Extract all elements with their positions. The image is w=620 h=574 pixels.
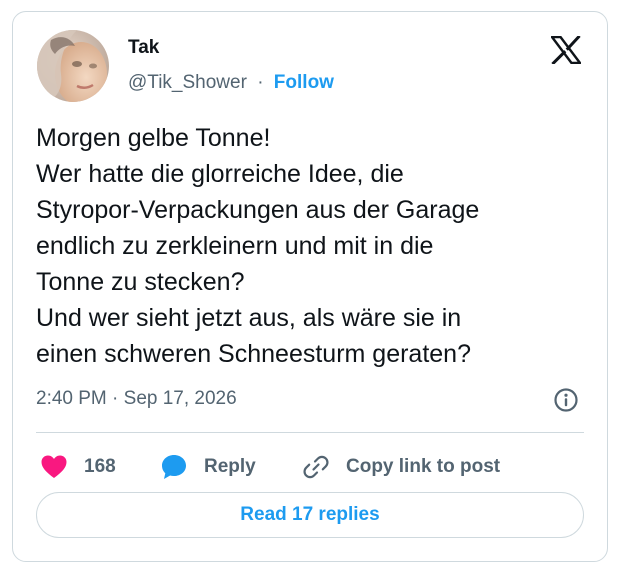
read-replies-button[interactable]: Read 17 replies xyxy=(36,492,584,538)
speech-bubble-icon xyxy=(162,455,186,479)
post-text-line: Morgen gelbe Tonne! xyxy=(36,124,271,152)
like-count: 168 xyxy=(84,456,116,477)
info-icon[interactable] xyxy=(553,387,579,413)
author-meta-row: @Tik_Shower · Follow xyxy=(128,72,334,94)
profile-photo-icon xyxy=(37,30,109,102)
follow-link[interactable]: Follow xyxy=(274,72,334,93)
divider xyxy=(36,432,584,433)
embedded-post-card: Tak @Tik_Shower · Follow Morgen gelbe To… xyxy=(12,11,608,562)
post-text-line: einen schweren Schneesturm geraten? xyxy=(36,340,471,368)
heart-icon xyxy=(41,455,67,478)
separator-dot: · xyxy=(257,72,264,93)
post-timestamp[interactable]: 2:40 PM · Sep 17, 2026 xyxy=(36,388,237,410)
copy-link-button[interactable]: Copy link to post xyxy=(302,444,500,490)
avatar[interactable] xyxy=(37,30,109,102)
x-logo-icon[interactable] xyxy=(550,34,582,66)
like-button[interactable]: 168 xyxy=(40,444,116,490)
post-text-line: endlich zu zerkleinern und mit in die xyxy=(36,232,434,260)
post-text-line: Und wer sieht jetzt aus, als wäre sie in xyxy=(36,304,462,332)
reply-button[interactable]: Reply xyxy=(160,444,256,490)
author-display-name[interactable]: Tak xyxy=(128,37,159,59)
post-text: Morgen gelbe Tonne! Wer hatte die glorre… xyxy=(36,120,586,372)
post-text-line: Tonne zu stecken? xyxy=(36,268,245,296)
action-bar: 168 Reply Copy link to post xyxy=(36,444,584,490)
link-icon xyxy=(303,455,329,479)
post-text-line: Styropor-Verpackungen aus der Garage xyxy=(36,196,480,224)
author-handle[interactable]: @Tik_Shower xyxy=(128,72,247,93)
copy-link-label: Copy link to post xyxy=(346,456,501,477)
post-text-line: Wer hatte die glorreiche Idee, die xyxy=(36,160,404,188)
reply-label: Reply xyxy=(204,456,256,477)
